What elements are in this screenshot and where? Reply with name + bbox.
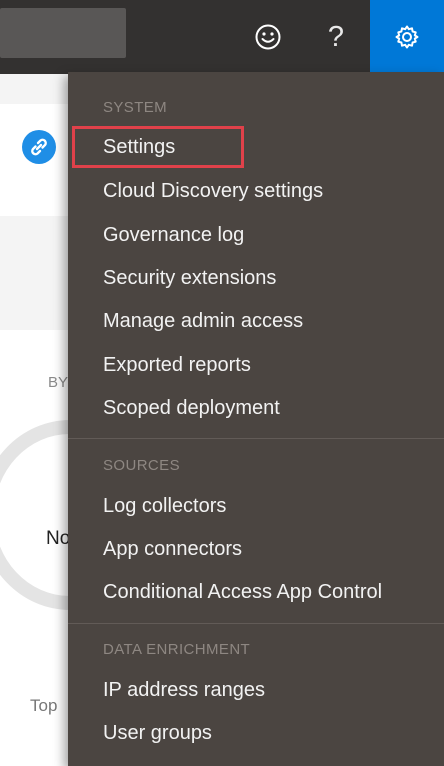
top-bar: ? bbox=[0, 0, 444, 74]
menu-divider bbox=[68, 438, 444, 439]
menu-item-app-connectors[interactable]: App connectors bbox=[103, 538, 242, 561]
section-header-sources: SOURCES bbox=[103, 457, 180, 474]
menu-item-log-collectors[interactable]: Log collectors bbox=[103, 495, 226, 518]
menu-item-user-groups[interactable]: User groups bbox=[103, 722, 212, 745]
settings-button[interactable] bbox=[370, 0, 444, 74]
menu-item-scoped-deployment[interactable]: Scoped deployment bbox=[103, 397, 280, 420]
gear-icon bbox=[395, 25, 419, 49]
menu-item-cloud-discovery-settings[interactable]: Cloud Discovery settings bbox=[103, 180, 323, 203]
menu-item-ip-address-ranges[interactable]: IP address ranges bbox=[103, 679, 265, 702]
background-label-by: BY bbox=[48, 374, 69, 391]
smiley-icon bbox=[255, 24, 281, 50]
highlight-box bbox=[72, 126, 244, 168]
feedback-button[interactable] bbox=[244, 0, 292, 74]
section-header-system: SYSTEM bbox=[103, 99, 168, 116]
background-label-top: Top bbox=[30, 696, 58, 715]
settings-dropdown-menu: SYSTEM Settings Cloud Discovery settings… bbox=[68, 72, 444, 766]
background-label-no: No bbox=[46, 528, 71, 549]
menu-item-exported-reports[interactable]: Exported reports bbox=[103, 354, 251, 377]
menu-item-security-extensions[interactable]: Security extensions bbox=[103, 267, 276, 290]
menu-item-conditional-access-app-control[interactable]: Conditional Access App Control bbox=[103, 581, 382, 604]
section-header-data-enrichment: DATA ENRICHMENT bbox=[103, 641, 251, 658]
help-icon: ? bbox=[327, 20, 345, 53]
menu-item-governance-log[interactable]: Governance log bbox=[103, 224, 244, 247]
search-input[interactable] bbox=[0, 8, 126, 58]
menu-divider bbox=[68, 623, 444, 624]
help-button[interactable]: ? bbox=[312, 0, 360, 74]
link-icon bbox=[22, 130, 56, 164]
menu-item-manage-admin-access[interactable]: Manage admin access bbox=[103, 310, 303, 333]
